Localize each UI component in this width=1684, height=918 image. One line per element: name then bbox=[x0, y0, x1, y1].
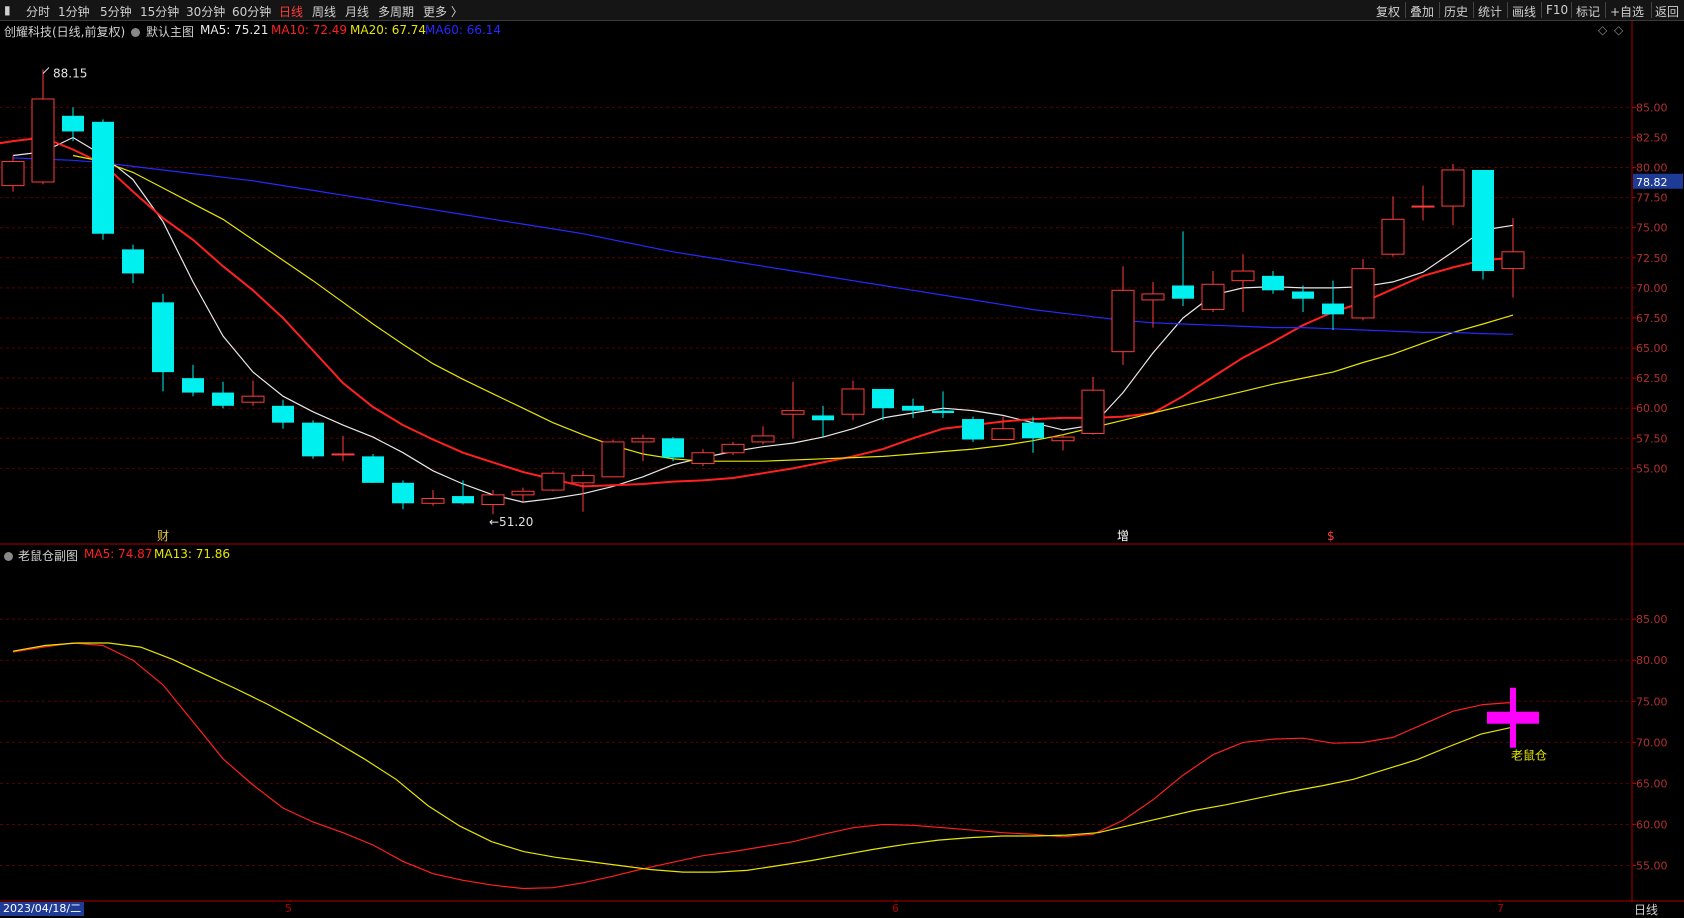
chart-axes: 85.00 82.50 80.00 77.50 75.00 72.50 70.00 67.50… bbox=[0, 21, 1684, 904]
candle-body-up bbox=[1351, 268, 1375, 319]
candle-body-down bbox=[812, 415, 834, 421]
candle-body-up bbox=[1051, 436, 1075, 442]
main-tick-label: 77.50 bbox=[1636, 192, 1668, 205]
sub-tick-label: 60.00 bbox=[1636, 818, 1668, 831]
sub-tick-label: 80.00 bbox=[1636, 654, 1668, 667]
candle-body-up bbox=[1, 161, 25, 187]
cursor-date: 2023/04/18/二 bbox=[0, 902, 85, 916]
candle-body-up bbox=[781, 410, 805, 415]
event-marker: 财 bbox=[157, 529, 169, 543]
candle-body-up bbox=[601, 441, 625, 478]
candle-body-up bbox=[1201, 283, 1225, 311]
main-tick-label: 70.00 bbox=[1636, 282, 1668, 295]
candle-body-down bbox=[1472, 169, 1494, 272]
candle-body-down bbox=[392, 482, 414, 504]
candle-body-up bbox=[1411, 205, 1435, 208]
main-tick-label: 85.00 bbox=[1636, 101, 1668, 114]
candle-body-down bbox=[452, 496, 474, 504]
main-tick-label: 60.00 bbox=[1636, 402, 1668, 415]
candle-body-up bbox=[421, 497, 445, 504]
month-tick-6: 6 bbox=[892, 902, 899, 915]
candle-body-down bbox=[272, 405, 294, 423]
stock-chart[interactable]: 85.00 82.50 80.00 77.50 75.00 72.50 70.00 67.50… bbox=[0, 0, 1684, 916]
candle-body-down bbox=[1022, 422, 1044, 439]
event-marker: 增 bbox=[1117, 529, 1129, 543]
candle-body-up bbox=[991, 428, 1015, 441]
candle-body-up bbox=[721, 443, 745, 454]
candle-body-down bbox=[1262, 275, 1284, 291]
ma-line-ma60 bbox=[12, 157, 1514, 335]
main-tick-label: 75.00 bbox=[1636, 222, 1668, 235]
sub-tick-label: 70.00 bbox=[1636, 736, 1668, 749]
sub-tick-label: 55.00 bbox=[1636, 860, 1668, 873]
ma-line-ma10 bbox=[0, 136, 1514, 488]
candle-body-up bbox=[511, 490, 535, 496]
candle-body-up bbox=[1231, 270, 1255, 282]
candle-body-down bbox=[932, 410, 954, 414]
candle-body-up bbox=[331, 453, 355, 456]
bottom-date-bar: 2023/04/18/二 5 6 7 bbox=[0, 902, 1684, 916]
candle-body-down bbox=[182, 378, 204, 393]
sub-tick-label: 65.00 bbox=[1636, 777, 1668, 790]
candle-body-up bbox=[631, 437, 655, 443]
main-tick-label: 72.50 bbox=[1636, 252, 1668, 265]
main-tick-label: 62.50 bbox=[1636, 372, 1668, 385]
candle-body-up bbox=[1501, 251, 1525, 270]
candle-body-down bbox=[872, 388, 894, 409]
candle-body-up bbox=[31, 98, 55, 183]
main-tick-label: 82.50 bbox=[1636, 131, 1668, 144]
candle-body-down bbox=[302, 422, 324, 457]
candle-body-up bbox=[751, 435, 775, 443]
candle-body-up bbox=[241, 395, 265, 403]
candle-body-up bbox=[691, 452, 715, 465]
signal-marker-v bbox=[1510, 687, 1516, 748]
candle-body-down bbox=[1172, 285, 1194, 299]
sub-tick-label: 85.00 bbox=[1636, 613, 1668, 626]
candle-body-up bbox=[571, 475, 595, 484]
candle-body-down bbox=[662, 438, 684, 458]
ma-line-ma5 bbox=[12, 136, 1514, 503]
candle-body-down bbox=[122, 249, 144, 274]
candle-body-up bbox=[1141, 293, 1165, 301]
sub-line-ma13 bbox=[12, 642, 1514, 873]
sub-tick-label: 75.00 bbox=[1636, 695, 1668, 708]
last-price-label: 78.82 bbox=[1636, 176, 1668, 189]
main-tick-label: 57.50 bbox=[1636, 432, 1668, 445]
candle-body-up bbox=[1441, 169, 1465, 207]
candle-body-down bbox=[152, 302, 174, 373]
candle-body-down bbox=[1292, 291, 1314, 299]
event-marker: $ bbox=[1327, 529, 1335, 543]
main-tick-label: 67.50 bbox=[1636, 312, 1668, 325]
signal-label: 老鼠仓 bbox=[1511, 749, 1547, 763]
main-tick-label: 55.00 bbox=[1636, 462, 1668, 475]
candle-body-down bbox=[1322, 303, 1344, 315]
period-tab-bottom[interactable]: 日线 bbox=[1634, 901, 1658, 918]
main-tick-label: 80.00 bbox=[1636, 162, 1668, 175]
month-tick-7: 7 bbox=[1497, 902, 1504, 915]
main-tick-label: 65.00 bbox=[1636, 342, 1668, 355]
low-label: ←51.20 bbox=[489, 515, 533, 529]
candle-body-down bbox=[962, 419, 984, 440]
sub-indicator-plot bbox=[12, 642, 1539, 890]
candle-body-up bbox=[1111, 289, 1135, 353]
candle-body-down bbox=[362, 456, 384, 483]
candle-body-down bbox=[92, 121, 114, 234]
candle-body-down bbox=[212, 392, 234, 406]
high-pointer bbox=[42, 67, 50, 74]
candle-body-up bbox=[841, 388, 865, 415]
candle-body-up bbox=[481, 494, 505, 505]
month-tick-5: 5 bbox=[285, 902, 292, 915]
candle-body-up bbox=[541, 472, 565, 491]
candle-body-down bbox=[902, 405, 924, 411]
high-label: 88.15 bbox=[53, 66, 87, 80]
candle-body-up bbox=[1381, 218, 1405, 255]
sub-line-ma5 bbox=[12, 642, 1514, 890]
candle-body-up bbox=[1081, 389, 1105, 434]
candle-body-down bbox=[62, 115, 84, 132]
main-candlestick-plot bbox=[0, 69, 1525, 515]
